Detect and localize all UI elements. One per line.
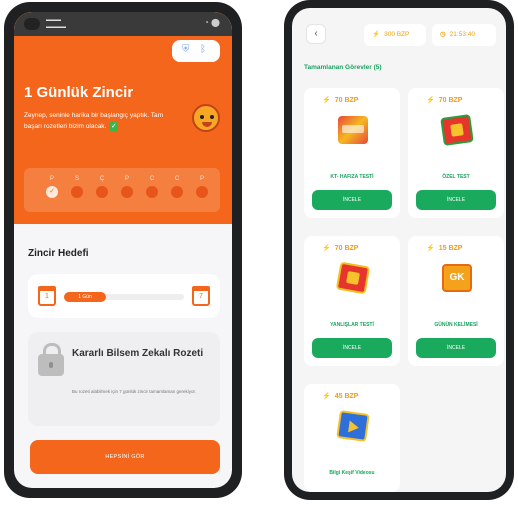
goal-heading: Zincir Hedefi [28, 248, 89, 259]
task-name: Bilgi Keşif Videosu [329, 470, 375, 476]
badge-description: Bu rozeti alabilmek için 7 günlük zincir… [72, 389, 197, 394]
review-button[interactable]: İNCELE [416, 338, 496, 358]
chevron-left-icon[interactable]: ‹ [314, 28, 317, 39]
calendar-icon: 1 [38, 286, 56, 306]
task-name: KT- HAFIZA TESTİ [330, 174, 374, 180]
review-button[interactable]: İNCELE [416, 190, 496, 210]
goal-progress-track: 1 Gün [64, 292, 184, 302]
lightning-icon: ⚡ [426, 97, 435, 104]
tasks-screen: ‹ ⚡ 300 BZP ◷ 21:53:40 Tamamlanan Görevler… [292, 8, 506, 492]
badge-card[interactable]: Kararlı Bilsem Zekalı Rozeti Bu rozeti a… [28, 332, 220, 426]
day-item: Ç [94, 176, 110, 198]
day-dot [146, 186, 158, 198]
canvas: ▬▬▬ ▬▬▬▬ ◔ ⬤ ⛨ ᛒ 1 Günlük Zincir Zeynep, … [0, 0, 518, 506]
streak-message: Zeynep, seninle harika bir başlangıç yap… [24, 112, 163, 131]
lightning-icon: ⚡ [426, 245, 435, 252]
task-card[interactable]: ⚡ 45 BZP Bilgi Keşif Videosu [304, 384, 400, 492]
header-action-pill[interactable]: ⛨ ᛒ [172, 40, 220, 62]
avatar [24, 18, 40, 30]
day-dot [171, 186, 183, 198]
view-all-button[interactable]: HEPSİNİ GÖR [30, 440, 220, 474]
bluetooth-icon[interactable]: ᛒ [200, 44, 206, 55]
memory-game-icon [338, 116, 368, 144]
day-dot [96, 186, 108, 198]
phone-right: ‹ ⚡ 300 BZP ◷ 21:53:40 Tamamlanan Görevler… [284, 0, 514, 500]
week-days-tracker: P ✓ S Ç P C C P [24, 168, 220, 212]
calendar-icon: 7 [192, 286, 210, 306]
task-name: YANLIŞLAR TESTİ [330, 322, 374, 328]
day-dot [196, 186, 208, 198]
task-card[interactable]: ⚡ 70 BZP ÖZEL TEST İNCELE [408, 88, 504, 218]
task-points: ⚡ 15 BZP [426, 245, 463, 252]
page-title: 1 Günlük Zincir [24, 84, 134, 101]
task-points: ⚡ 70 BZP [322, 245, 359, 252]
day-item: C [144, 176, 160, 198]
streak-header: ▬▬▬ ▬▬▬▬ ◔ ⬤ ⛨ ᛒ 1 Günlük Zincir Zeynep, … [14, 12, 232, 224]
status-icons: ◔ ⬤ [203, 18, 220, 27]
task-name: ÖZEL TEST [442, 174, 470, 180]
day-completed-icon: ✓ [46, 186, 58, 198]
day-item: P [119, 176, 135, 198]
status-bar: ▬▬▬ ▬▬▬▬ ◔ ⬤ [14, 12, 232, 36]
points-badge: ⚡ 300 BZP [364, 24, 426, 46]
day-item: P [194, 176, 210, 198]
task-points: ⚡ 70 BZP [322, 97, 359, 104]
goal-progress-fill: 1 Gün [64, 292, 106, 302]
word-card-icon: GK [442, 264, 472, 292]
mascot-icon [192, 104, 220, 132]
back-button[interactable]: ‹ [306, 24, 326, 44]
day-dot [71, 186, 83, 198]
clock-icon: ◷ [440, 31, 446, 38]
timer-badge: ◷ 21:53:40 [432, 24, 496, 46]
task-points: ⚡ 45 BZP [322, 393, 359, 400]
lightning-icon: ⚡ [372, 31, 381, 38]
goal-progress-card: 1 1 Gün 7 [28, 274, 220, 318]
lightning-icon: ⚡ [322, 97, 331, 104]
gift-box-icon [335, 261, 371, 295]
task-card[interactable]: ⚡ 70 BZP YANLIŞLAR TESTİ İNCELE [304, 236, 400, 366]
section-title: Tamamlanan Görevler (5) [304, 64, 382, 71]
review-button[interactable]: İNCELE [312, 190, 392, 210]
lock-icon [38, 343, 64, 376]
shield-icon[interactable]: ⛨ [182, 44, 190, 55]
task-card[interactable]: ⚡ 70 BZP KT- HAFIZA TESTİ İNCELE [304, 88, 400, 218]
day-item: P ✓ [44, 176, 60, 198]
play-video-icon [336, 410, 370, 442]
lightning-icon: ⚡ [322, 245, 331, 252]
gift-box-icon [440, 114, 474, 146]
streak-screen: ▬▬▬ ▬▬▬▬ ◔ ⬤ ⛨ ᛒ 1 Günlük Zincir Zeynep, … [14, 12, 232, 488]
phone-left: ▬▬▬ ▬▬▬▬ ◔ ⬤ ⛨ ᛒ 1 Günlük Zincir Zeynep, … [4, 2, 242, 498]
review-button[interactable]: İNCELE [312, 338, 392, 358]
checkmark-icon: ✓ [109, 122, 119, 131]
task-points: ⚡ 70 BZP [426, 97, 463, 104]
badge-title: Kararlı Bilsem Zekalı Rozeti [72, 348, 204, 359]
day-item: C [169, 176, 185, 198]
day-item: S [69, 176, 85, 198]
task-card[interactable]: ⚡ 15 BZP GK GÜNÜN KELİMESİ İNCELE [408, 236, 504, 366]
lightning-icon: ⚡ [322, 393, 331, 400]
task-name: GÜNÜN KELİMESİ [434, 322, 478, 328]
day-dot [121, 186, 133, 198]
status-text: ▬▬▬ ▬▬▬▬ [46, 17, 66, 30]
